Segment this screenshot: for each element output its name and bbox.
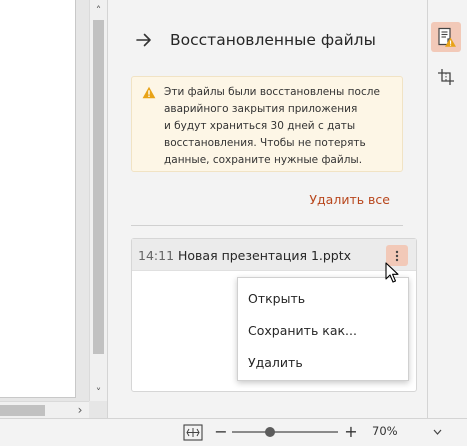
zoom-level[interactable]: 70%	[372, 424, 398, 438]
zoom-out-button[interactable]: −	[213, 422, 229, 442]
scroll-right-icon[interactable]: ›	[73, 402, 87, 418]
delete-all-link[interactable]: Удалить все	[309, 192, 390, 207]
zoom-slider[interactable]	[232, 431, 338, 433]
panel-header: Восстановленные файлы	[134, 28, 376, 52]
horizontal-scrollbar[interactable]: ›	[0, 401, 89, 418]
arrow-right-icon[interactable]	[134, 30, 154, 50]
notice-line: данные, сохраните нужные файлы.	[164, 154, 363, 166]
right-rail	[427, 0, 467, 418]
file-time: 14:11	[138, 248, 175, 263]
zoom-dropdown[interactable]	[430, 424, 444, 440]
document-area: ˄ ˅ ›	[0, 0, 107, 418]
recovered-file-row[interactable]: 14:11 Новая презентация 1.pptx	[132, 239, 416, 271]
fit-slide-icon[interactable]	[183, 424, 203, 441]
notice-line: Эти файлы были восстановлены после	[164, 86, 380, 98]
scroll-up-icon[interactable]: ˄	[90, 2, 107, 18]
recovered-file-warning-icon	[438, 27, 456, 47]
divider	[131, 225, 403, 226]
warning-triangle-icon	[142, 86, 156, 99]
vertical-scroll-thumb[interactable]	[93, 20, 104, 354]
status-bar: − + 70%	[0, 418, 467, 446]
notice-line: и будут храниться 30 дней с даты	[164, 120, 356, 132]
scroll-down-icon[interactable]: ˅	[90, 384, 107, 400]
file-context-menu: Открыть Сохранить как... Удалить	[237, 277, 409, 381]
crop-icon	[438, 69, 454, 85]
notice-line: восстановления. Чтобы не потерять	[164, 137, 366, 149]
zoom-slider-thumb[interactable]	[265, 427, 276, 437]
menu-item-save-as[interactable]: Сохранить как...	[239, 315, 407, 345]
chevron-down-icon	[433, 429, 441, 435]
mouse-pointer-icon	[385, 262, 399, 283]
vertical-scrollbar[interactable]: ˄ ˅	[89, 0, 107, 401]
file-name: Новая презентация 1.pptx	[178, 248, 352, 263]
recovered-files-button[interactable]	[431, 22, 461, 52]
notice-text: Эти файлы были восстановлены после авари…	[164, 84, 398, 169]
slide-canvas[interactable]	[0, 0, 76, 398]
horizontal-scroll-thumb[interactable]	[0, 405, 45, 416]
recovery-notice: Эти файлы были восстановлены после авари…	[131, 76, 403, 172]
zoom-in-button[interactable]: +	[343, 422, 359, 442]
more-vertical-icon	[395, 250, 399, 261]
panel-title: Восстановленные файлы	[170, 31, 376, 49]
notice-line: аварийного закрытия приложения	[164, 103, 358, 115]
menu-item-delete[interactable]: Удалить	[239, 347, 407, 377]
menu-item-open[interactable]: Открыть	[239, 283, 407, 313]
crop-button[interactable]	[431, 62, 461, 92]
